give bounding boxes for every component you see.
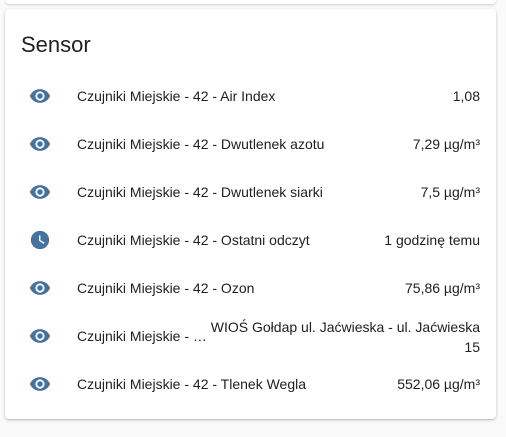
entity-row-tlenek-wegla[interactable]: Czujniki Miejskie - 42 - Tlenek Wegla 55… <box>5 360 496 408</box>
entity-row-ozon[interactable]: Czujniki Miejskie - 42 - Ozon 75,86 µg/m… <box>5 264 496 312</box>
entity-state: 1 godzinę temu <box>384 232 480 248</box>
entity-row-dwutlenek-azotu[interactable]: Czujniki Miejskie - 42 - Dwutlenek azotu… <box>5 120 496 168</box>
entity-row-station[interactable]: Czujniki Miejskie - … WIOŚ Gołdap ul. Ja… <box>5 312 496 360</box>
sensor-card: Sensor Czujniki Miejskie - 42 - Air Inde… <box>5 9 496 419</box>
entity-name[interactable]: Czujniki Miejskie - 42 - Dwutlenek azotu <box>77 120 324 168</box>
entity-state: 1,08 <box>452 88 480 104</box>
entity-state: 7,5 µg/m³ <box>420 184 480 200</box>
previous-card-edge <box>5 0 496 4</box>
eye-icon <box>29 277 51 299</box>
entity-name[interactable]: Czujniki Miejskie - 42 - Dwutlenek siark… <box>77 168 323 216</box>
entity-name[interactable]: Czujniki Miejskie - 42 - Air Index <box>77 72 275 120</box>
eye-icon <box>29 325 51 347</box>
entity-state: 75,86 µg/m³ <box>405 280 480 296</box>
entity-name[interactable]: Czujniki Miejskie - … <box>77 312 205 360</box>
eye-icon <box>29 85 51 107</box>
entity-state: 7,29 µg/m³ <box>412 136 480 152</box>
entity-state: WIOŚ Gołdap ul. Jaćwieska - ul. Jaćwiesk… <box>210 319 480 355</box>
eye-icon <box>29 181 51 203</box>
entity-name[interactable]: Czujniki Miejskie - 42 - Ozon <box>77 264 254 312</box>
entity-name[interactable]: Czujniki Miejskie - 42 - Ostatni odczyt <box>77 216 310 264</box>
clock-icon <box>29 229 51 251</box>
entity-state: 552,06 µg/m³ <box>397 376 480 392</box>
eye-icon <box>29 133 51 155</box>
entity-row-dwutlenek-siarki[interactable]: Czujniki Miejskie - 42 - Dwutlenek siark… <box>5 168 496 216</box>
card-title: Sensor <box>21 32 91 57</box>
entity-row-air-index[interactable]: Czujniki Miejskie - 42 - Air Index 1,08 <box>5 72 496 120</box>
entity-row-ostatni-odczyt[interactable]: Czujniki Miejskie - 42 - Ostatni odczyt … <box>5 216 496 264</box>
entity-list: Czujniki Miejskie - 42 - Air Index 1,08 … <box>5 72 496 408</box>
eye-icon <box>29 373 51 395</box>
entity-name[interactable]: Czujniki Miejskie - 42 - Tlenek Wegla <box>77 360 306 408</box>
